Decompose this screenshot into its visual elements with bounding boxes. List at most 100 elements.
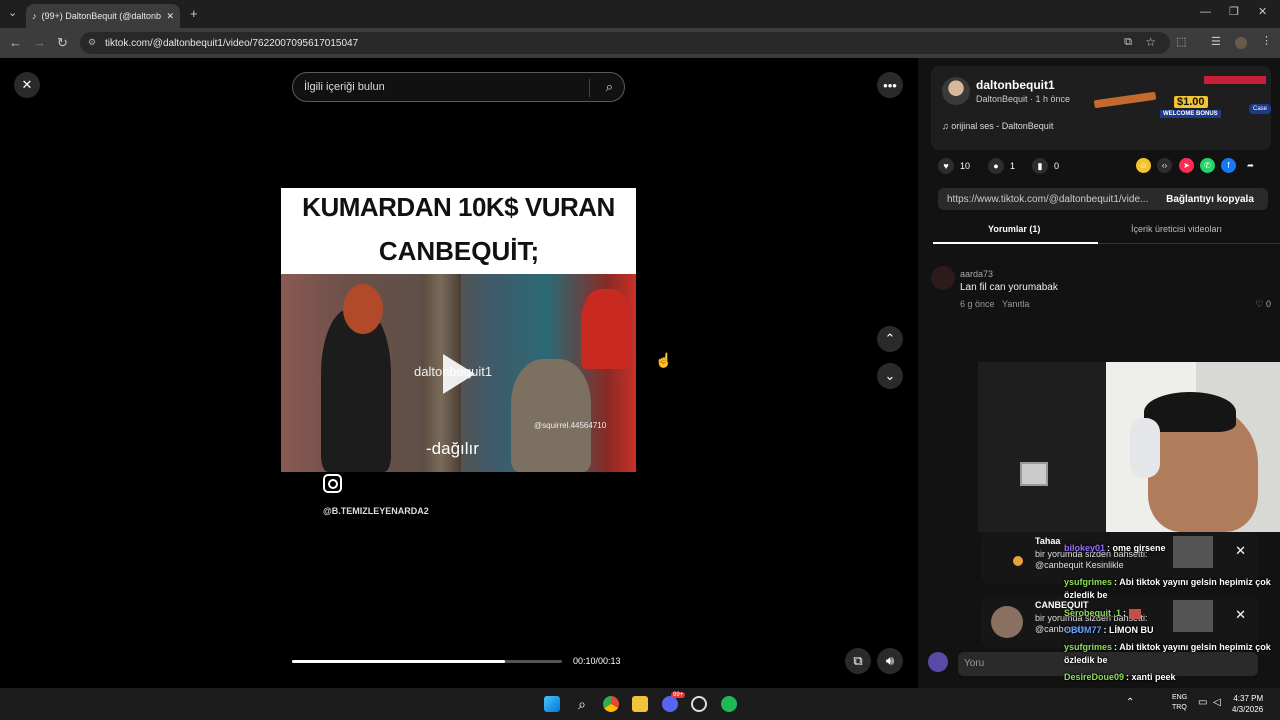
discord-badge: 99+ (671, 692, 686, 698)
commenter-avatar[interactable] (931, 266, 955, 290)
emoji-share-icon[interactable]: ☺ (1136, 158, 1151, 173)
like-button[interactable]: ♥ 10 (938, 158, 970, 174)
video-caption-line2: CANBEQUİT; (364, 228, 554, 274)
bookmark-star-icon[interactable]: ☆ (1145, 35, 1156, 49)
streamer-webcam (978, 362, 1280, 532)
video-link-field[interactable]: https://www.tiktok.com/@daltonbequit1/vi… (938, 188, 1268, 210)
extensions-icon[interactable]: ⬚ (1176, 37, 1186, 48)
tab-comments[interactable]: Yorumlar (1) (988, 224, 1040, 234)
chat-text: LİMON BU (1109, 625, 1154, 635)
chat-message: bilokey01: ome girsene (1064, 543, 1166, 553)
comment-meta: 6 g önce Yanıtla (960, 299, 1029, 309)
file-explorer-icon[interactable] (632, 696, 648, 712)
more-options-button[interactable]: ••• (877, 72, 903, 98)
comment-button[interactable]: ● 1 (988, 158, 1015, 174)
whatsapp-icon[interactable]: ✆ (1200, 158, 1215, 173)
site-info-icon[interactable]: ⚙ (88, 37, 96, 48)
tab-creator-videos[interactable]: İçerik üreticisi videoları (1131, 224, 1222, 234)
volume-button[interactable]: 🔊︎ (877, 648, 903, 674)
chevron-down-icon: ⌄ (884, 368, 896, 383)
ad-banner[interactable]: $1.00 WELCOME BONUS Case (1093, 74, 1280, 120)
search-icon[interactable]: ⌕ (574, 696, 590, 712)
chevron-up-icon: ⌃ (884, 331, 896, 346)
search-icon[interactable]: ⌕ (606, 79, 613, 95)
discord-icon[interactable] (662, 696, 678, 712)
previous-video-button[interactable]: ⌃ (877, 326, 903, 352)
facebook-icon[interactable]: f (1221, 158, 1236, 173)
speaker-icon[interactable]: ◁ (1213, 697, 1221, 708)
notification-name: Tahaa (1035, 536, 1061, 546)
picture-in-picture-button[interactable]: ⧉ (845, 648, 871, 674)
forward-icon[interactable]: → (33, 36, 46, 49)
clock-date: 4/3/2026 (1232, 705, 1264, 714)
play-icon[interactable] (443, 354, 475, 394)
video-caption-line1: KUMARDAN 10K$ VURAN (302, 192, 615, 222)
instagram-icon (323, 474, 342, 493)
copy-link-button[interactable]: Bağlantıyı kopyala (1152, 188, 1268, 210)
network-icon[interactable]: ▭ (1198, 697, 1207, 708)
minimize-icon[interactable]: — (1200, 7, 1211, 18)
video-person (321, 309, 391, 472)
close-icon: ✕ (21, 77, 33, 92)
active-tab-indicator (933, 242, 1098, 244)
video-player[interactable]: İlgili içeriği bulun ⌕ KUMARDAN 10K$ VUR… (281, 58, 636, 688)
reply-button[interactable]: Yanıtla (1002, 299, 1029, 309)
clock-time: 4:37 PM (1233, 694, 1264, 703)
chat-message: ysufgrimes: Abi tiktok yayını gelsin hep… (1064, 642, 1271, 665)
send-icon[interactable]: ➤ (1179, 158, 1194, 173)
spotify-icon[interactable] (721, 696, 737, 712)
cast-icon[interactable]: ⧉ (1124, 36, 1132, 49)
video-progress-bar[interactable] (292, 660, 562, 663)
restore-icon[interactable]: ❐ (1229, 7, 1239, 18)
related-search-input[interactable]: İlgili içeriği bulun ⌕ (292, 72, 625, 102)
chrome-menu-icon[interactable]: ⋮ (1261, 36, 1272, 47)
language-indicator[interactable]: ENG TRQ (1172, 693, 1187, 713)
profile-avatar[interactable] (1235, 37, 1247, 49)
author-subline: DaltonBequit · 1 h önce (976, 94, 1071, 104)
commenter-username[interactable]: aarda73 (960, 269, 993, 279)
ad-knife-graphic (1093, 91, 1157, 109)
sound-link[interactable]: ♫ orijinal ses - DaltonBequit (942, 121, 1053, 131)
embed-icon[interactable]: ‹› (1157, 158, 1172, 173)
chat-text: ome girsene (1112, 543, 1166, 553)
tab-search-icon[interactable]: ⌄ (8, 8, 17, 19)
video-link-text: https://www.tiktok.com/@daltonbequit1/vi… (947, 193, 1149, 205)
author-card: daltonbequit1 DaltonBequit · 1 h önce ♫ … (931, 66, 1272, 150)
clock[interactable]: 4:37 PM 4/3/2026 (1232, 693, 1263, 715)
heart-outline-icon: ♡ (1255, 299, 1264, 309)
lang-line-1: ENG (1172, 694, 1188, 701)
comment-like-count: 0 (1265, 299, 1271, 309)
author-avatar[interactable] (942, 77, 970, 105)
video-person (581, 289, 631, 369)
browser-tab[interactable]: ♪ (99+) DaltonBequit (@daltonbe ✕ (26, 4, 180, 28)
video-stage: ✕ İlgili içeriği bulun ⌕ KUMARDAN 10K$ V… (0, 58, 918, 688)
video-small-handle: @squirrel.44564710 (534, 421, 607, 430)
back-icon[interactable]: ← (9, 36, 22, 49)
reload-icon[interactable]: ↻ (57, 36, 68, 49)
windows-start-icon[interactable] (544, 696, 560, 712)
video-time: 00:10/00:13 (573, 656, 621, 666)
webcam-wall (978, 362, 1106, 532)
volume-icon: 🔊︎ (885, 653, 895, 668)
url-field[interactable]: ⚙ tiktok.com/@daltonbequit1/video/762200… (80, 32, 1170, 54)
instagram-handle: @B.TEMIZLEYENARDA2 (323, 506, 429, 516)
next-video-button[interactable]: ⌄ (877, 363, 903, 389)
ad-brand-logo: Case (1249, 104, 1272, 114)
notification-badge-icon (1013, 556, 1023, 566)
app-icon[interactable] (691, 696, 707, 712)
ad-amount: $1.00 (1174, 96, 1208, 108)
video-person (343, 284, 383, 334)
tray-chevron-icon[interactable]: ⌃ (1126, 697, 1134, 708)
chat-message: OBUM77: LİMON BU (1064, 625, 1154, 635)
new-tab-icon[interactable]: + (190, 7, 198, 20)
chrome-icon[interactable] (603, 696, 619, 712)
comment-like-button[interactable]: ♡ 0 (1255, 299, 1271, 310)
close-tab-icon[interactable]: ✕ (166, 11, 174, 22)
save-button[interactable]: ▮ 0 (1032, 158, 1059, 174)
close-video-button[interactable]: ✕ (14, 72, 40, 98)
chat-message: ysufgrimes: Abi tiktok yayını gelsin hep… (1064, 577, 1271, 600)
share-icon[interactable]: ➦ (1243, 158, 1258, 173)
author-username[interactable]: daltonbequit1 (976, 78, 1055, 92)
close-window-icon[interactable]: ✕ (1258, 7, 1267, 18)
reading-list-icon[interactable]: ☰ (1211, 37, 1221, 48)
